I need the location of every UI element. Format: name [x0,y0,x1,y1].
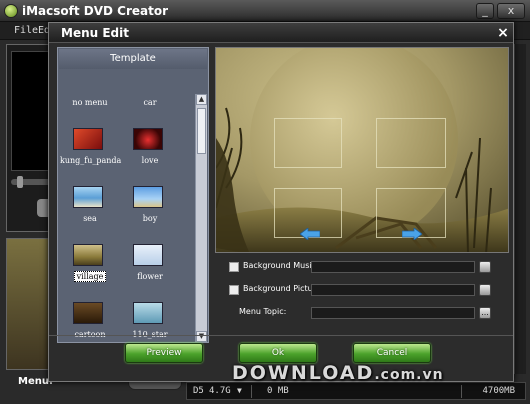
menu-edit-dialog: Menu Edit × Template no menu car kung_fu… [48,22,514,382]
template-item-label: love [141,156,159,165]
template-scrollbar[interactable]: ▲ ▼ [195,94,207,342]
template-thumbnail [73,128,103,150]
template-item-kung-fu-panda[interactable]: kung_fu_panda [60,128,122,180]
template-thumbnail [73,186,103,208]
watermark-main: DOWNLOAD [232,362,375,384]
arrow-right-icon[interactable] [402,228,422,240]
template-thumbnail [133,244,163,266]
menu-button-frame[interactable] [376,118,446,168]
app-close-button[interactable]: x [497,3,525,19]
disc-dropdown-icon[interactable]: ▼ [237,386,242,395]
close-icon[interactable]: × [495,25,511,41]
background-music-checkbox[interactable] [229,262,239,272]
dialog-title: Menu Edit [61,26,129,40]
disc-size: 4.7G [209,386,231,396]
template-item-label: boy [142,214,158,223]
template-panel: Template no menu car kung_fu_panda love … [57,47,209,343]
menu-topic-browse-button[interactable]: ... [479,307,491,319]
cancel-button[interactable]: Cancel [353,343,431,363]
app-title: iMacsoft DVD Creator [22,4,169,18]
template-thumbnail [73,302,103,324]
player-screen [11,51,53,171]
background-music-input[interactable] [311,261,475,273]
template-grid: kung_fu_panda love sea boy village flowe… [60,128,194,340]
template-thumbnail [133,128,163,150]
watermark-suffix: .com.vn [374,367,444,383]
menu-file[interactable]: File [14,25,38,36]
menu-button-frame[interactable] [274,118,342,168]
dialog-titlebar: Menu Edit × [49,23,513,43]
background-picture-checkbox[interactable] [229,285,239,295]
menu-topic-input[interactable] [311,307,475,319]
watermark: DOWNLOAD.com.vn [232,362,444,384]
ok-button[interactable]: Ok [239,343,317,363]
dialog-divider [49,335,513,336]
used-space: 0 MB [267,386,289,396]
status-divider [251,385,252,398]
template-thumbnail [73,244,103,266]
template-item-label[interactable]: no menu [60,98,120,107]
minimize-button[interactable]: _ [476,3,494,19]
scroll-thumb[interactable] [197,108,206,154]
menu-preview [215,47,509,253]
arrow-left-icon[interactable] [300,228,320,240]
template-thumbnail [133,302,163,324]
disc-type: D5 [193,386,204,396]
template-item-label: sea [83,214,97,223]
background-picture-input[interactable] [311,284,475,296]
preview-button[interactable]: Preview [125,343,203,363]
capacity: 4700MB [482,386,515,396]
app-titlebar: iMacsoft DVD Creator _ x [0,0,530,22]
scroll-up-icon[interactable]: ▲ [196,94,207,105]
template-item-label: kung_fu_panda [60,156,122,165]
template-item-love[interactable]: love [120,128,180,180]
app-logo-icon [4,4,18,18]
status-divider [461,385,462,398]
menu-topic-label: Menu Topic: [239,307,287,316]
background-music-browse-button[interactable] [479,261,491,273]
background-music-label: Background Music: [243,261,319,270]
background-picture-browse-button[interactable] [479,284,491,296]
template-item-flower[interactable]: flower [120,244,180,296]
preview-background [216,48,508,252]
template-thumbnail [133,186,163,208]
template-item-sea[interactable]: sea [60,186,120,238]
right-scroll-strip [514,44,526,374]
template-header: Template [59,49,207,69]
template-item-label-selected: village [60,271,120,282]
template-item-label: flower [137,272,163,281]
template-item-label[interactable]: car [120,98,180,107]
seek-slider-knob[interactable] [17,176,23,188]
template-item-village[interactable]: village [60,244,120,296]
template-item-boy[interactable]: boy [120,186,180,238]
scroll-down-icon[interactable]: ▼ [196,331,207,342]
status-bar: D5 4.7G ▼ 0 MB 4700MB [186,382,526,400]
